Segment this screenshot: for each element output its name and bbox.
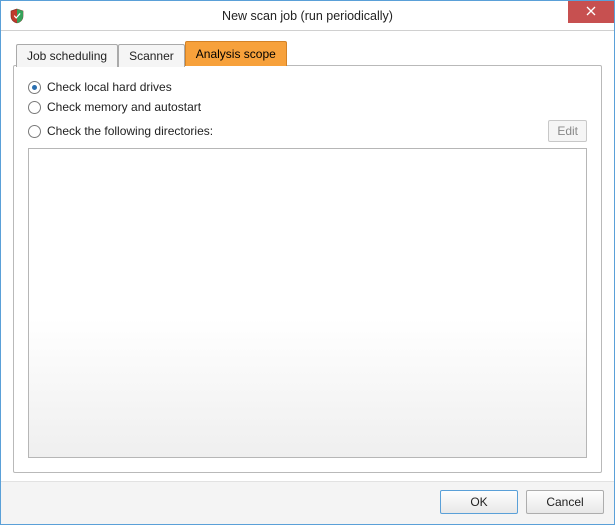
tab-label: Scanner — [129, 49, 174, 63]
radio-label: Check local hard drives — [47, 80, 172, 94]
tab-control: Job scheduling Scanner Analysis scope Ch… — [13, 41, 602, 473]
client-area: Job scheduling Scanner Analysis scope Ch… — [1, 31, 614, 481]
title-bar: New scan job (run periodically) — [1, 1, 614, 31]
option-check-directories[interactable]: Check the following directories: — [28, 124, 213, 138]
button-label: OK — [470, 495, 487, 509]
radio-label: Check memory and autostart — [47, 100, 201, 114]
radio-icon — [28, 81, 41, 94]
edit-button-label: Edit — [557, 124, 578, 138]
close-button[interactable] — [568, 1, 614, 23]
analysis-scope-panel: Check local hard drives Check memory and… — [13, 65, 602, 473]
tab-label: Job scheduling — [27, 49, 107, 63]
close-icon — [586, 5, 596, 19]
tab-scanner[interactable]: Scanner — [118, 44, 185, 67]
option-check-local-drives[interactable]: Check local hard drives — [28, 80, 587, 94]
option-check-directories-row: Check the following directories: Edit — [28, 120, 587, 142]
dialog-window: New scan job (run periodically) Job sche… — [0, 0, 615, 525]
dialog-footer: OK Cancel — [1, 481, 614, 524]
radio-icon — [28, 125, 41, 138]
radio-label: Check the following directories: — [47, 124, 213, 138]
tab-strip: Job scheduling Scanner Analysis scope — [13, 41, 602, 66]
radio-icon — [28, 101, 41, 114]
button-label: Cancel — [546, 495, 583, 509]
tab-label: Analysis scope — [196, 47, 276, 61]
window-title: New scan job (run periodically) — [1, 9, 614, 23]
cancel-button[interactable]: Cancel — [526, 490, 604, 514]
tab-analysis-scope[interactable]: Analysis scope — [185, 41, 287, 66]
edit-button[interactable]: Edit — [548, 120, 587, 142]
directories-listbox[interactable] — [28, 148, 587, 458]
app-shield-icon — [9, 8, 25, 24]
ok-button[interactable]: OK — [440, 490, 518, 514]
tab-job-scheduling[interactable]: Job scheduling — [16, 44, 118, 67]
option-check-memory-autostart[interactable]: Check memory and autostart — [28, 100, 587, 114]
